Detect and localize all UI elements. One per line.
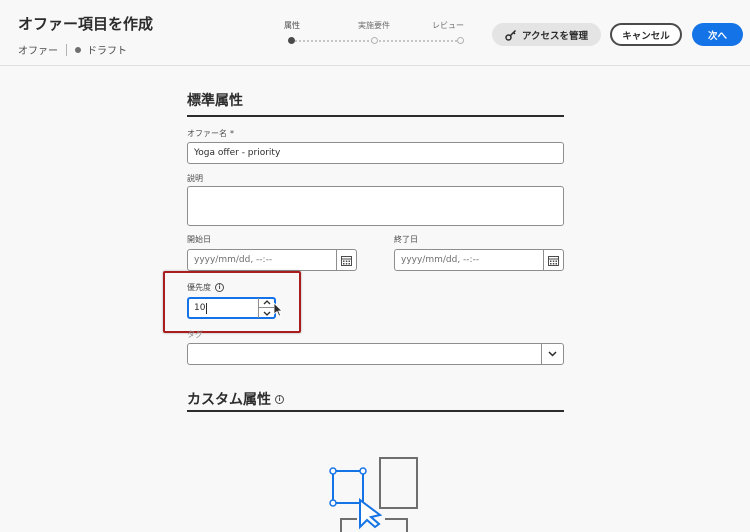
- custom-attributes-heading: カスタム属性 i: [187, 389, 284, 409]
- chevron-up-icon: [263, 300, 271, 305]
- step-attributes[interactable]: 属性: [284, 20, 300, 31]
- page-header: オファー項目を作成 オファー ドラフト 属性 実施要件 レビュー アクセスを管理…: [0, 0, 750, 66]
- description-field[interactable]: [187, 186, 564, 226]
- offer-name-label-text: オファー名: [187, 129, 227, 138]
- page-title: オファー項目を作成: [18, 15, 154, 33]
- increment-button[interactable]: [259, 298, 275, 308]
- progress-stepper: 属性 実施要件 レビュー: [260, 20, 490, 50]
- breadcrumb-offer[interactable]: オファー: [18, 42, 58, 57]
- start-date-calendar-button[interactable]: [336, 249, 357, 271]
- section-divider: [187, 115, 564, 117]
- start-date-field[interactable]: yyyy/mm/dd, --:--: [187, 249, 337, 271]
- custom-attributes-title: カスタム属性: [187, 392, 271, 408]
- next-button[interactable]: 次へ: [692, 23, 743, 46]
- description-label: 説明: [187, 174, 203, 183]
- manage-access-label: アクセスを管理: [521, 30, 589, 42]
- decrement-button[interactable]: [259, 308, 275, 318]
- mouse-pointer-icon: [274, 303, 283, 317]
- priority-label: 優先度 i: [187, 282, 224, 293]
- chevron-down-icon: [263, 311, 271, 316]
- end-date-label: 終了日: [394, 235, 418, 244]
- tags-select[interactable]: [187, 343, 564, 365]
- breadcrumb-divider: [66, 43, 67, 56]
- offer-name-field[interactable]: Yoga offer - priority: [187, 142, 564, 164]
- start-date-placeholder: yyyy/mm/dd, --:--: [194, 255, 273, 265]
- calendar-icon: [548, 255, 559, 266]
- tags-label: タグ: [187, 330, 203, 339]
- end-date-calendar-button[interactable]: [543, 249, 564, 271]
- info-icon[interactable]: i: [215, 283, 224, 292]
- empty-state-illustration-icon: [329, 457, 418, 532]
- info-icon[interactable]: i: [275, 394, 284, 404]
- step-node-attributes: [288, 37, 295, 44]
- priority-label-text: 優先度: [187, 283, 211, 292]
- status-dot-icon: [75, 46, 81, 53]
- offer-name-value: Yoga offer - priority: [194, 148, 281, 158]
- breadcrumb: オファー ドラフト: [18, 42, 127, 57]
- manage-access-button[interactable]: アクセスを管理: [492, 23, 601, 46]
- step-node-review: [457, 37, 464, 44]
- offer-name-label: オファー名 *: [187, 128, 234, 139]
- step-review[interactable]: レビュー: [432, 20, 464, 31]
- section-divider: [187, 410, 564, 412]
- cancel-button[interactable]: キャンセル: [610, 23, 682, 46]
- status-label: ドラフト: [87, 46, 127, 57]
- calendar-icon: [341, 255, 352, 266]
- step-node-eligibility: [371, 37, 378, 44]
- key-icon: [505, 29, 517, 41]
- start-date-label: 開始日: [187, 235, 211, 244]
- tags-dropdown-button[interactable]: [541, 344, 563, 364]
- priority-value: 10: [194, 303, 206, 313]
- step-eligibility[interactable]: 実施要件: [358, 20, 390, 31]
- chevron-down-icon: [548, 351, 557, 357]
- end-date-placeholder: yyyy/mm/dd, --:--: [401, 255, 480, 265]
- standard-attributes-heading: 標準属性: [187, 93, 243, 109]
- required-mark: *: [230, 129, 234, 138]
- end-date-field[interactable]: yyyy/mm/dd, --:--: [394, 249, 544, 271]
- priority-spin-buttons: [258, 298, 275, 318]
- text-cursor: [206, 302, 208, 314]
